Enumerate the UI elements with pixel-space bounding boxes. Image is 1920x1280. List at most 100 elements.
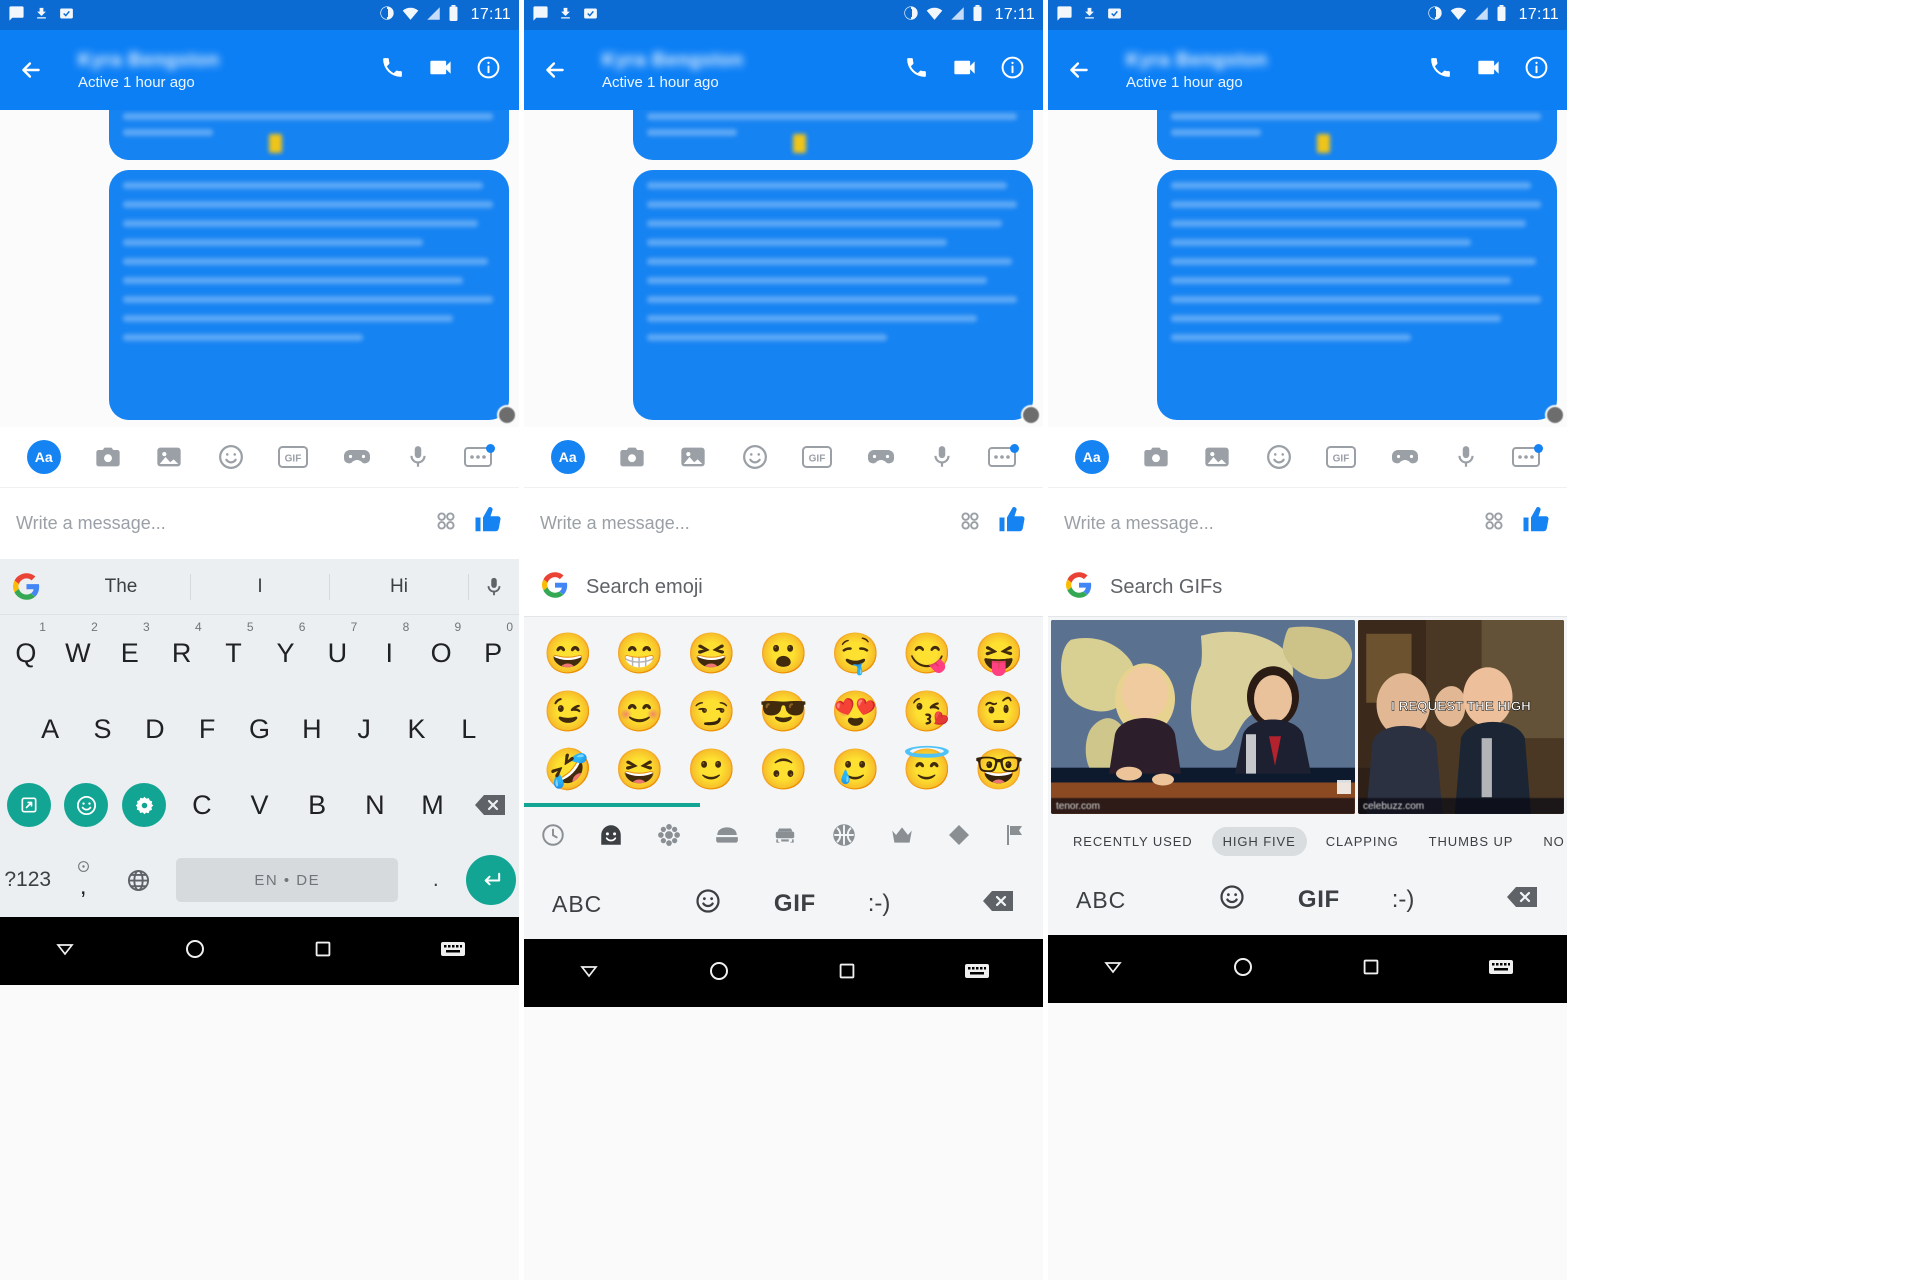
emoji-item[interactable]: 😘 xyxy=(891,685,963,739)
backspace-icon[interactable] xyxy=(1506,885,1539,916)
microphone-icon[interactable] xyxy=(405,444,431,470)
gif-icon[interactable]: GIF xyxy=(278,446,309,468)
aa-text-icon[interactable]: Aa xyxy=(550,440,585,474)
backspace-icon[interactable] xyxy=(982,889,1015,920)
video-call-icon[interactable] xyxy=(427,54,454,86)
nav-back-triangle-icon[interactable] xyxy=(1101,955,1125,984)
nav-home-circle-icon[interactable] xyxy=(1231,955,1255,984)
message-bubble[interactable] xyxy=(633,170,1033,420)
sticker-icon[interactable] xyxy=(741,443,769,471)
emoji-key[interactable] xyxy=(58,767,116,843)
gif-tab-clapping[interactable]: CLAPPING xyxy=(1315,827,1410,856)
message-bubble[interactable] xyxy=(1157,170,1557,420)
gif-key[interactable]: GIF xyxy=(774,890,816,918)
comma-key[interactable]: , xyxy=(55,860,110,901)
header-titles[interactable]: Kyra Bengston Active 1 hour ago xyxy=(586,50,890,91)
period-key[interactable]: . xyxy=(408,868,463,892)
games-icon[interactable] xyxy=(342,445,372,469)
key-c[interactable]: C xyxy=(173,767,231,843)
header-titles[interactable]: Kyra Bengston Active 1 hour ago xyxy=(1110,50,1414,91)
key-r[interactable]: 4R xyxy=(156,615,208,691)
key-p[interactable]: 0P xyxy=(467,615,519,691)
backspace-icon[interactable] xyxy=(461,767,519,843)
gif-tab-high-five[interactable]: HIGH FIVE xyxy=(1211,826,1307,856)
nav-keyboard-icon[interactable] xyxy=(1488,957,1514,982)
abc-key[interactable]: ABC xyxy=(552,891,602,918)
message-bubble[interactable] xyxy=(633,110,1033,160)
more-icon[interactable] xyxy=(988,444,1020,468)
key-u[interactable]: 7U xyxy=(311,615,363,691)
games-icon[interactable] xyxy=(866,445,896,469)
smileys-icon[interactable] xyxy=(598,822,624,855)
emoji-item[interactable]: 🤓 xyxy=(963,743,1035,797)
suggestion-item[interactable]: The xyxy=(52,573,191,600)
settings-key[interactable] xyxy=(115,767,173,843)
aa-text-icon[interactable]: Aa xyxy=(1074,440,1109,474)
nav-recents-square-icon[interactable] xyxy=(1360,956,1382,983)
emoji-category-bar[interactable] xyxy=(524,807,1043,869)
sticker-icon[interactable] xyxy=(1265,443,1293,471)
back-arrow-icon[interactable] xyxy=(538,53,572,87)
message-composer[interactable]: Write a message... xyxy=(524,487,1043,559)
message-input-placeholder[interactable]: Write a message... xyxy=(540,513,943,534)
message-input-placeholder[interactable]: Write a message... xyxy=(16,513,419,534)
message-composer[interactable]: Write a message... xyxy=(0,487,519,559)
gif-bottom-bar[interactable]: ABC GIF :-) xyxy=(1048,865,1567,935)
gif-keyboard-panel[interactable]: Search GIFs tenor.com I REQUEST THE HIGH… xyxy=(1048,559,1567,935)
more-icon[interactable] xyxy=(1512,444,1544,468)
gif-tab-thumbs-up[interactable]: THUMBS UP xyxy=(1418,827,1525,856)
gif-results-grid[interactable]: tenor.com I REQUEST THE HIGH celebuzz.co… xyxy=(1048,617,1567,817)
emoji-item[interactable]: 😁 xyxy=(604,627,676,681)
key-j[interactable]: J xyxy=(338,691,390,767)
emoji-outline-icon[interactable] xyxy=(1218,883,1246,918)
google-logo-icon[interactable] xyxy=(0,573,52,600)
info-icon[interactable] xyxy=(1524,55,1549,85)
gif-icon[interactable]: GIF xyxy=(1326,446,1357,468)
gif-search-bar[interactable]: Search GIFs xyxy=(1048,559,1567,617)
emoji-search-placeholder[interactable]: Search emoji xyxy=(586,576,703,599)
nav-keyboard-icon[interactable] xyxy=(440,939,466,964)
activities-ball-icon[interactable] xyxy=(831,822,857,855)
kaomoji-key[interactable]: :-) xyxy=(868,890,891,918)
key-k[interactable]: K xyxy=(390,691,442,767)
video-call-icon[interactable] xyxy=(1475,54,1502,86)
call-icon[interactable] xyxy=(380,55,405,85)
camera-icon[interactable] xyxy=(1142,443,1170,471)
back-arrow-icon[interactable] xyxy=(1062,53,1096,87)
gallery-icon[interactable] xyxy=(679,443,707,471)
emoji-item[interactable]: 😉 xyxy=(532,685,604,739)
message-bubble[interactable] xyxy=(109,110,509,160)
message-thread[interactable] xyxy=(1048,110,1567,427)
back-arrow-icon[interactable] xyxy=(14,53,48,87)
sticker-icon[interactable] xyxy=(217,443,245,471)
key-f[interactable]: F xyxy=(181,691,233,767)
emoji-item[interactable]: 😇 xyxy=(891,743,963,797)
gif-search-placeholder[interactable]: Search GIFs xyxy=(1110,576,1222,599)
nav-keyboard-icon[interactable] xyxy=(964,961,990,986)
key-g[interactable]: G xyxy=(233,691,285,767)
video-call-icon[interactable] xyxy=(951,54,978,86)
message-bubble[interactable] xyxy=(1157,110,1557,160)
gif-category-tabs[interactable]: RECENTLY USED HIGH FIVE CLAPPING THUMBS … xyxy=(1048,817,1567,865)
gboard-keyboard[interactable]: The I Hi 1Q 2W 3E 4R 5T 6Y 7U 8I 9O 0P A… xyxy=(0,559,519,917)
camera-icon[interactable] xyxy=(618,443,646,471)
emoji-search-bar[interactable]: Search emoji xyxy=(524,559,1043,617)
key-v[interactable]: V xyxy=(231,767,289,843)
suggestion-item[interactable]: Hi xyxy=(330,573,469,600)
gif-tab-no[interactable]: NO xyxy=(1532,827,1567,856)
key-a[interactable]: A xyxy=(24,691,76,767)
nav-back-triangle-icon[interactable] xyxy=(577,959,601,988)
microphone-icon[interactable] xyxy=(929,444,955,470)
message-bubble[interactable] xyxy=(109,170,509,420)
key-m[interactable]: M xyxy=(404,767,462,843)
nav-home-circle-icon[interactable] xyxy=(707,959,731,988)
message-input-placeholder[interactable]: Write a message... xyxy=(1064,513,1467,534)
emoji-item[interactable]: 🤣 xyxy=(532,743,604,797)
apps-grid-icon[interactable] xyxy=(433,508,459,539)
gallery-icon[interactable] xyxy=(1203,443,1231,471)
key-w[interactable]: 2W xyxy=(52,615,104,691)
gif-result-item[interactable]: I REQUEST THE HIGH celebuzz.com xyxy=(1358,620,1564,814)
abc-key[interactable]: ABC xyxy=(1076,887,1126,914)
nav-recents-square-icon[interactable] xyxy=(312,938,334,965)
emoji-scroll-indicator[interactable] xyxy=(524,803,1043,807)
